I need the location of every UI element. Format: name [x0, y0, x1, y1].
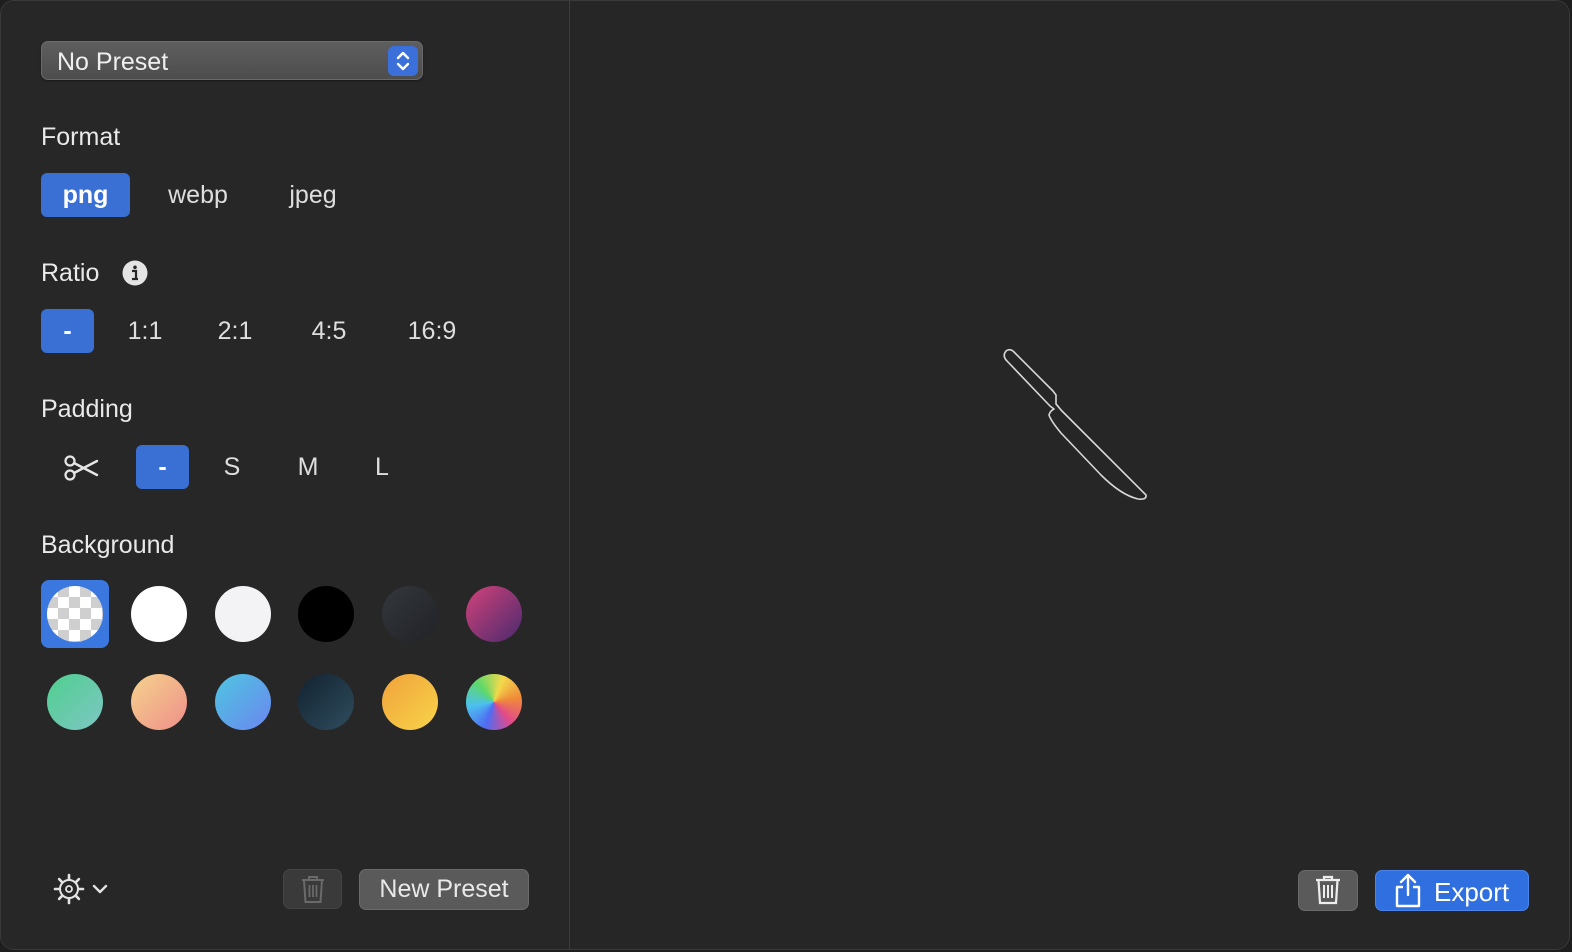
swatch-black[interactable] — [298, 586, 354, 642]
swatch-off-white[interactable] — [215, 586, 271, 642]
preset-select-value: No Preset — [57, 48, 169, 76]
swatch-white[interactable] — [131, 586, 187, 642]
clear-image-button[interactable] — [1298, 870, 1358, 911]
swatch-navy-gradient[interactable] — [298, 674, 354, 730]
settings-menu-button[interactable] — [51, 871, 113, 907]
swatch-mint-gradient[interactable] — [47, 674, 103, 730]
padding-option-l[interactable]: L — [361, 445, 403, 489]
background-title: Background — [41, 531, 175, 559]
knife-preview-image — [1003, 348, 1147, 500]
info-icon[interactable] — [122, 260, 148, 286]
swatch-plum-gradient[interactable] — [466, 586, 522, 642]
scissors-icon — [63, 453, 99, 481]
format-option-jpeg[interactable]: jpeg — [271, 173, 355, 217]
delete-preset-button[interactable] — [283, 869, 342, 909]
padding-option-m[interactable]: M — [285, 445, 331, 489]
format-option-webp[interactable]: webp — [155, 173, 241, 217]
app-window: No Preset Format png webp jpeg Ratio - 1… — [0, 0, 1570, 950]
padding-title: Padding — [41, 395, 133, 423]
format-title: Format — [41, 123, 121, 151]
swatch-charcoal[interactable] — [382, 586, 438, 642]
new-preset-button[interactable]: New Preset — [359, 869, 529, 910]
settings-sidebar: No Preset Format png webp jpeg Ratio - 1… — [1, 1, 570, 949]
ratio-option-4-5[interactable]: 4:5 — [299, 309, 359, 353]
swatch-rainbow-gradient[interactable] — [466, 674, 522, 730]
share-icon — [1392, 873, 1424, 909]
swatch-sky-gradient[interactable] — [215, 674, 271, 730]
swatch-transparent[interactable] — [47, 586, 103, 642]
ratio-option-1-1[interactable]: 1:1 — [119, 309, 171, 353]
ratio-title: Ratio — [41, 259, 100, 287]
padding-option-s[interactable]: S — [211, 445, 253, 489]
padding-option-trim[interactable] — [53, 445, 109, 489]
ratio-option-none[interactable]: - — [41, 309, 94, 353]
ratio-option-2-1[interactable]: 2:1 — [207, 309, 263, 353]
preview-area: Export — [571, 1, 1569, 949]
export-label: Export — [1434, 877, 1510, 907]
swatch-amber-gradient[interactable] — [382, 674, 438, 730]
swatch-peach-gradient[interactable] — [131, 674, 187, 730]
export-button[interactable]: Export — [1375, 870, 1529, 911]
padding-option-none[interactable]: - — [136, 445, 189, 489]
ratio-option-16-9[interactable]: 16:9 — [395, 309, 469, 353]
preset-select[interactable]: No Preset — [41, 41, 423, 80]
format-option-png[interactable]: png — [41, 173, 130, 217]
chevron-updown-icon — [388, 46, 418, 76]
